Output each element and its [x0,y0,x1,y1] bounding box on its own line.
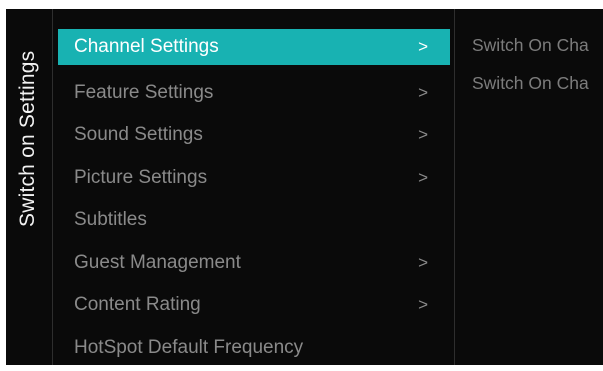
chevron-right-icon: > [418,125,428,144]
settings-menu: Channel Settings > Feature Settings > So… [58,29,450,365]
chevron-right-icon: > [418,37,428,56]
submenu-preview: Switch On Cha Switch On Cha [472,31,603,107]
menu-item-label: Content Rating [74,294,201,315]
menu-item-label: Sound Settings [74,124,203,145]
panel-title: Switch on Settings [16,50,39,227]
menu-item-label: Feature Settings [74,81,214,103]
menu-item-label: HotSpot Default Frequency [74,336,304,358]
menu-item-content-rating[interactable]: Content Rating > [58,284,450,327]
divider-left [52,9,53,365]
menu-item-label: Channel Settings [74,36,219,57]
settings-screen: Switch on Settings Channel Settings > Fe… [6,9,603,365]
menu-item-hotspot-default-frequency[interactable]: HotSpot Default Frequency [58,327,450,366]
menu-item-label: Guest Management [74,251,241,273]
side-title-panel: Switch on Settings [6,9,52,365]
menu-item-guest-management[interactable]: Guest Management > [58,242,450,285]
menu-item-channel-settings[interactable]: Channel Settings > [58,29,450,65]
chevron-right-icon: > [418,295,428,314]
menu-item-picture-settings[interactable]: Picture Settings > [58,157,450,200]
menu-item-feature-settings[interactable]: Feature Settings > [58,72,450,115]
menu-item-sound-settings[interactable]: Sound Settings > [58,114,450,157]
menu-item-label: Picture Settings [74,166,208,188]
menu-item-subtitles[interactable]: Subtitles [58,199,450,242]
divider-right [454,9,455,365]
chevron-right-icon: > [418,167,428,187]
chevron-right-icon: > [418,82,428,102]
chevron-right-icon: > [418,252,428,272]
menu-item-label: Subtitles [74,209,147,230]
submenu-item-switch-on-channel-2[interactable]: Switch On Cha [472,69,603,107]
submenu-item-switch-on-channel-1[interactable]: Switch On Cha [472,31,603,69]
